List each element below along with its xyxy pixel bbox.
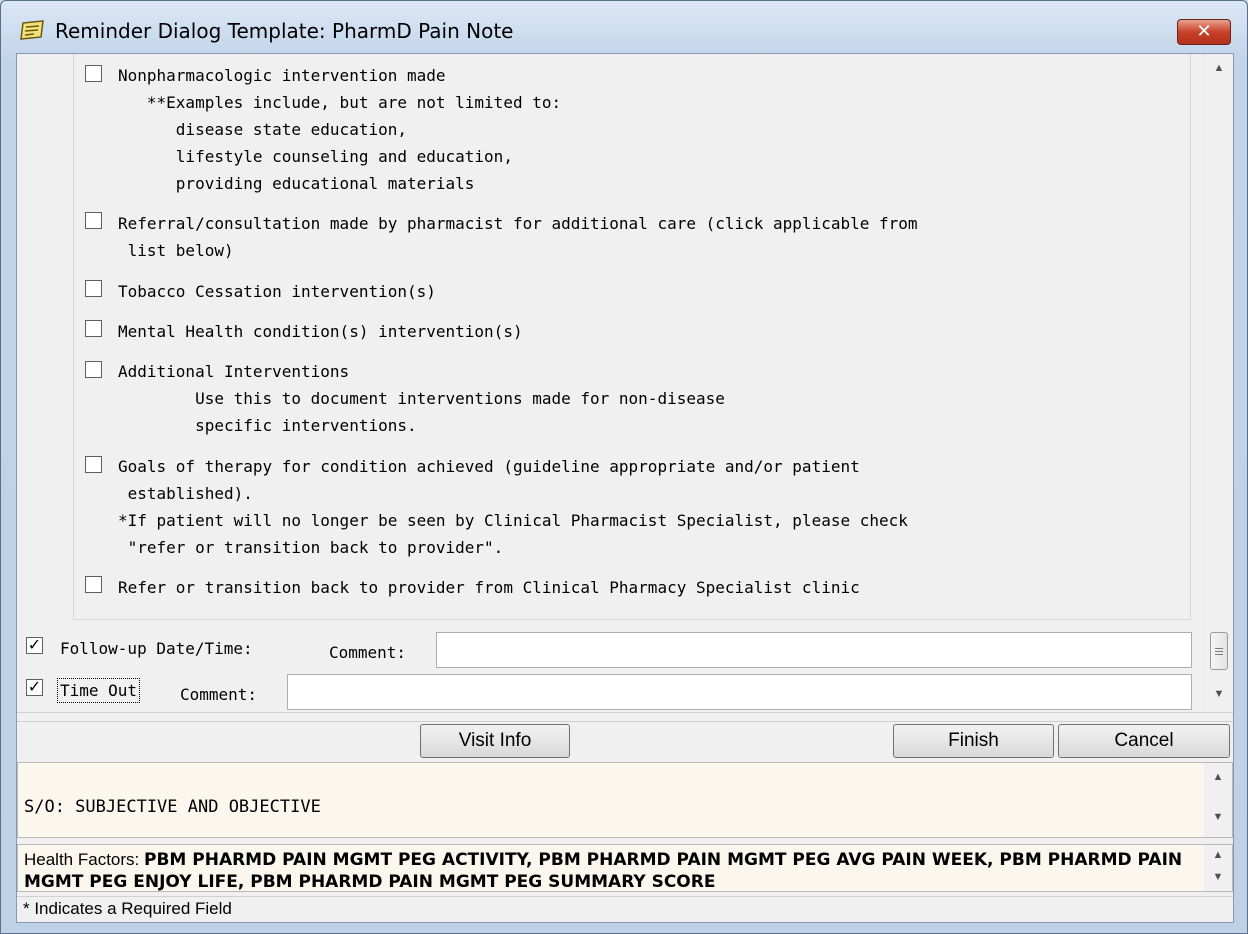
scroll-down-icon[interactable]: ▼ [1204,688,1233,708]
status-bar: * Indicates a Required Field [17,896,1233,922]
checkbox-referral[interactable] [85,212,102,229]
scroll-down-icon[interactable]: ▼ [1204,811,1232,831]
checkbox-additional-interventions[interactable] [85,361,102,378]
item-label: Additional Interventions [118,362,350,381]
item-detail: disease state education, [118,120,407,139]
item-label: Nonpharmacologic intervention made [118,66,446,85]
item-label: Goals of therapy for condition achieved … [118,457,860,476]
item-detail: *If patient will no longer be seen by Cl… [118,511,908,530]
scroll-up-icon[interactable]: ▲ [1204,849,1232,869]
item-detail: **Examples include, but are not limited … [118,93,562,112]
preview-text: S/O: SUBJECTIVE AND OBJECTIVE [24,797,321,817]
finish-button[interactable]: Finish [893,724,1054,758]
note-preview[interactable]: S/O: SUBJECTIVE AND OBJECTIVE ▲ ▼ [17,762,1233,838]
dialog-client-area: Nonpharmacologic intervention made **Exa… [16,53,1234,923]
checkbox-tobacco[interactable] [85,280,102,297]
checkbox-timeout[interactable]: ✓ [26,679,43,696]
item-detail: "refer or transition back to provider". [118,538,504,557]
item-detail: providing educational materials [118,174,475,193]
item-label: Tobacco Cessation intervention(s) [118,282,436,301]
close-button[interactable]: ✕ [1177,19,1231,45]
item-detail: Use this to document interventions made … [118,389,725,408]
item-detail: lifestyle counseling and education, [118,147,513,166]
title-bar[interactable]: Reminder Dialog Template: PharmD Pain No… [1,1,1247,53]
button-bar: Visit Info Finish Cancel [17,722,1233,762]
splitter[interactable] [17,712,1233,722]
checkbox-refer-back[interactable] [85,576,102,593]
scroll-up-icon[interactable]: ▲ [1204,771,1232,791]
visit-info-button[interactable]: Visit Info [420,724,570,758]
timeout-label: Time Out [57,678,141,703]
followup-comment-input[interactable] [436,632,1192,668]
item-detail: list below) [118,241,234,260]
followup-label: Follow-up Date/Time: [60,639,253,658]
item-label: Referral/consultation made by pharmacist… [118,214,918,233]
scroll-down-icon[interactable]: ▼ [1204,871,1232,891]
scroll-thumb[interactable] [1210,632,1228,670]
factors-scrollbar[interactable]: ▲ ▼ [1204,845,1232,891]
checkbox-mental-health[interactable] [85,320,102,337]
timeout-comment-input[interactable] [287,674,1192,710]
cancel-button[interactable]: Cancel [1058,724,1230,758]
reminder-items-panel: Nonpharmacologic intervention made **Exa… [17,54,1233,712]
item-label: Refer or transition back to provider fro… [118,578,860,597]
dialog-window: Reminder Dialog Template: PharmD Pain No… [0,0,1248,934]
item-label: Mental Health condition(s) intervention(… [118,322,523,341]
item-detail: established). [118,484,253,503]
checkbox-followup[interactable]: ✓ [26,637,43,654]
reminder-dialog-icon [20,20,44,40]
checkbox-nonpharmacologic[interactable] [85,65,102,82]
health-factors-value: PBM PHARMD PAIN MGMT PEG ACTIVITY, PBM P… [24,850,1183,892]
scroll-up-icon[interactable]: ▲ [1204,62,1233,82]
health-factors-label: Health Factors: [24,850,140,869]
window-title: Reminder Dialog Template: PharmD Pain No… [55,19,514,43]
items-scrollbar[interactable]: ▲ ▼ [1203,54,1233,712]
timeout-comment-label: Comment: [180,685,258,704]
checkbox-goals-achieved[interactable] [85,456,102,473]
followup-comment-label: Comment: [329,643,407,662]
health-factors-text: Health Factors: PBM PHARMD PAIN MGMT PEG… [24,849,1194,893]
item-detail: specific interventions. [118,416,417,435]
preview-scrollbar[interactable]: ▲ ▼ [1204,763,1232,837]
health-factors-panel: Health Factors: PBM PHARMD PAIN MGMT PEG… [17,844,1233,892]
